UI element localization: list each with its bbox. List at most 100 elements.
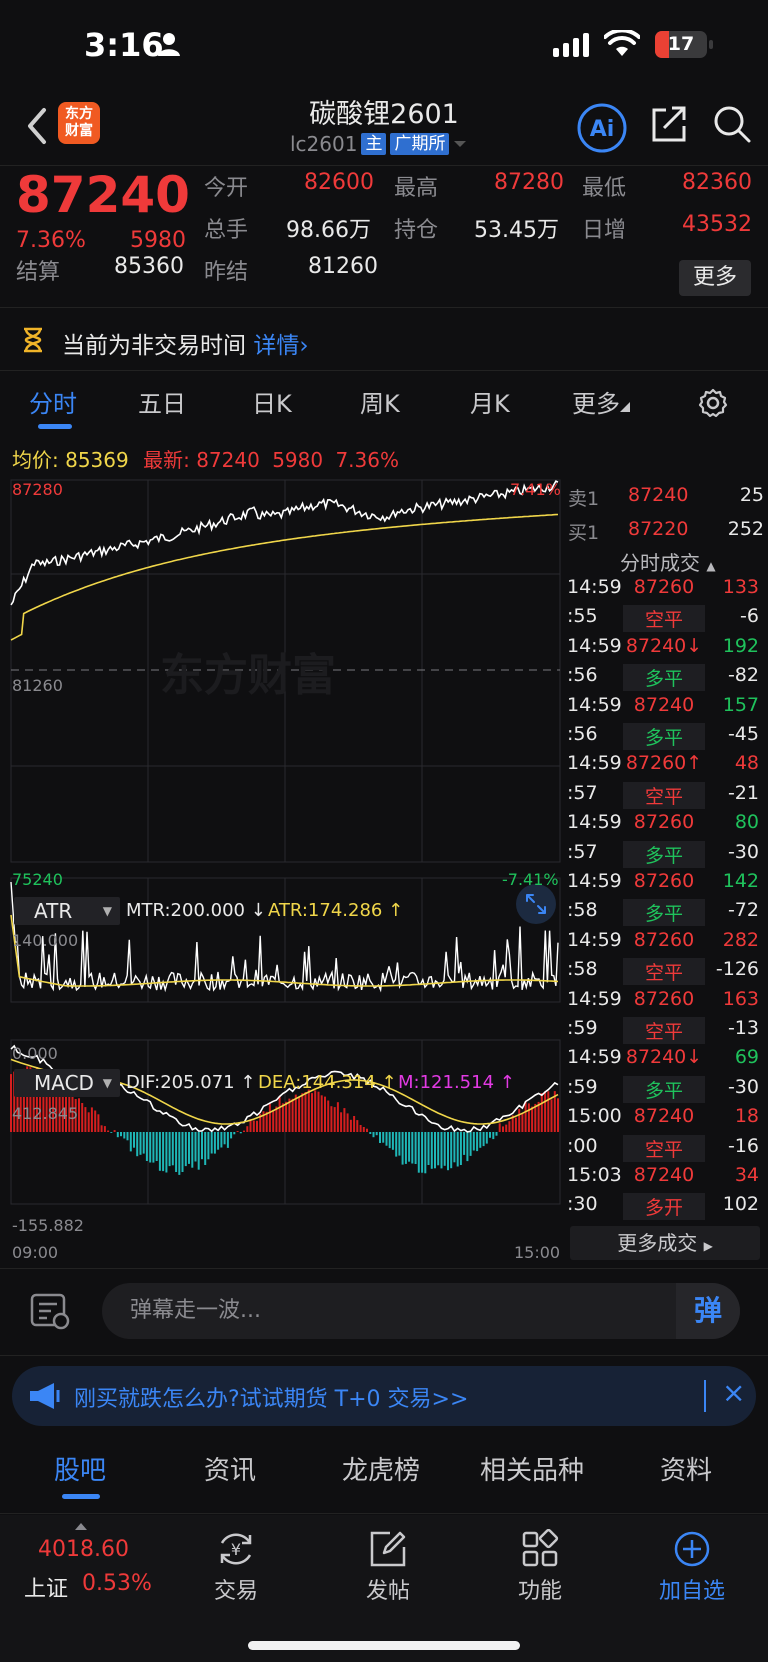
macd-bar [524,1101,527,1132]
notice-details-link[interactable]: 详情› [253,333,308,359]
logo-line2: 财富 [65,123,93,139]
macd-bar [375,1132,378,1136]
avg-price-value: 85369 [65,448,129,472]
macd-bar [191,1132,194,1168]
trade-price: 空平 [623,1017,705,1044]
trade-time: :59 [567,1017,598,1039]
trade-row: :56 多平 -45 [563,721,763,750]
trade-price: 87240↓ [625,634,703,657]
macd-bar [404,1132,407,1164]
page-title: 碳酸锂2601 [309,99,459,130]
macd-bar [230,1132,233,1139]
trade-time: :57 [567,781,598,804]
ask1-row: 卖1 87240 25 [568,484,764,514]
macd-bar [547,1091,550,1132]
contract-code: lc2601 [290,132,358,156]
battery-level: 17 [667,33,695,55]
macd-bar [155,1132,158,1161]
macd-bar [314,1090,317,1132]
tab-daily-k[interactable]: 日K [252,384,292,419]
tab-five-day[interactable]: 五日 [138,384,186,419]
macd-bar [369,1132,372,1134]
trades-header[interactable]: 分时成交 ▲ [620,547,716,576]
contract-subtitle[interactable]: lc2601 主 广期所 [290,132,467,156]
atr-value: ATR:174.286 ↑ [268,900,404,921]
content-tabs: 股吧 资讯 龙虎榜 相关品种 资料 [0,1436,768,1514]
tab-related[interactable]: 相关品种 [480,1450,584,1487]
search-icon[interactable] [712,104,752,144]
macd-bar [544,1091,547,1132]
yuan-exchange-icon: ¥ [220,1533,252,1565]
chart-top-percent: 7.41% [510,480,561,499]
index-percent: 0.53% [82,1571,152,1596]
macd-bar [285,1101,288,1132]
tab-weekly-k[interactable]: 周K [360,384,400,419]
promo-banner[interactable]: 刚买就跌怎么办?试试期货 T+0 交易>> × [12,1366,756,1426]
close-icon[interactable]: × [722,1376,745,1409]
expand-icon[interactable] [516,884,556,924]
low-label: 最低 [582,176,627,201]
trade-volume: -16 [727,1134,759,1157]
macd-bar [379,1132,381,1143]
status-time: 3:16 [84,26,164,64]
trade-volume: 102 [722,1193,759,1216]
macd-bar [149,1132,152,1163]
macd-bar [456,1132,459,1167]
tab-intraday[interactable]: 分时 [29,384,77,419]
trade-volume: 69 [734,1046,759,1069]
main-contract-tag: 主 [361,133,387,155]
promo-text: 刚买就跌怎么办?试试期货 T+0 交易>> [74,1387,469,1412]
trade-price: 多平 [623,664,705,692]
trade-row: :55 空平 -6 [563,603,763,633]
trade-volume: -30 [727,840,759,863]
danmaku-toggle-button[interactable]: 弹 [676,1283,740,1339]
atr-indicator-select[interactable]: ATR ▼ [14,897,120,925]
m-value: M:121.514 ↑ [398,1072,515,1093]
trade-row: 14:59 87260 163 [563,986,763,1015]
intraday-chart-area[interactable]: 东方财富 [0,470,563,1270]
danmaku-settings-icon[interactable] [28,1291,72,1331]
trade-time: 14:59 [567,693,622,716]
tab-monthly-k[interactable]: 月K [470,384,510,419]
active-content-tab-indicator [62,1494,100,1499]
macd-bar [243,1130,245,1132]
home-indicator [248,1641,520,1650]
macd-bar [181,1132,184,1172]
macd-bar [281,1103,284,1132]
battery-indicator: 17 [655,31,713,58]
macd-bar [391,1132,394,1150]
bid1-row: 买1 87220 252 [568,518,764,548]
bottom-bar: 4018.60 上证 0.53% ¥ 交易 发帖 功能 加自选 [0,1515,768,1662]
macd-indicator-select[interactable]: MACD ▼ [14,1069,120,1097]
tab-stock-forum[interactable]: 股吧 [54,1450,106,1487]
open-interest-label: 持仓 [394,218,439,243]
macd-bar [136,1132,139,1157]
macd-bar [165,1132,168,1173]
macd-bar [411,1132,414,1164]
trade-row: 15:03 87240 34 [563,1162,763,1191]
trade-row: :56 多平 -82 [563,662,763,692]
ai-assistant-icon[interactable]: Ai [576,102,628,154]
gear-icon[interactable] [698,388,728,418]
more-quote-button[interactable]: 更多 [679,260,751,296]
macd-bar [217,1132,220,1150]
back-chevron-icon[interactable] [24,106,48,146]
latest-label: 最新: [143,448,190,472]
more-trades-button[interactable]: 更多成交 ▶ [570,1226,760,1260]
danmaku-input[interactable]: 弹幕走一波... [102,1283,740,1339]
macd-bar [450,1132,453,1169]
high-label: 最高 [394,176,439,201]
tab-dragon-tiger[interactable]: 龙虎榜 [342,1450,420,1487]
trade-row: 15:00 87240 18 [563,1103,763,1132]
tab-profile[interactable]: 资料 [660,1450,712,1487]
functions-label: 功能 [517,1579,562,1604]
tab-more[interactable]: 更多 [572,384,630,419]
macd-bar [103,1126,106,1132]
macd-bar [327,1100,330,1132]
share-icon[interactable] [650,104,688,144]
trade-time: 14:59 [567,752,622,775]
macd-bar [223,1132,226,1145]
tab-news[interactable]: 资讯 [204,1450,256,1487]
trade-row: 14:59 87240 157 [563,692,763,721]
ask1-volume: 25 [739,484,764,506]
